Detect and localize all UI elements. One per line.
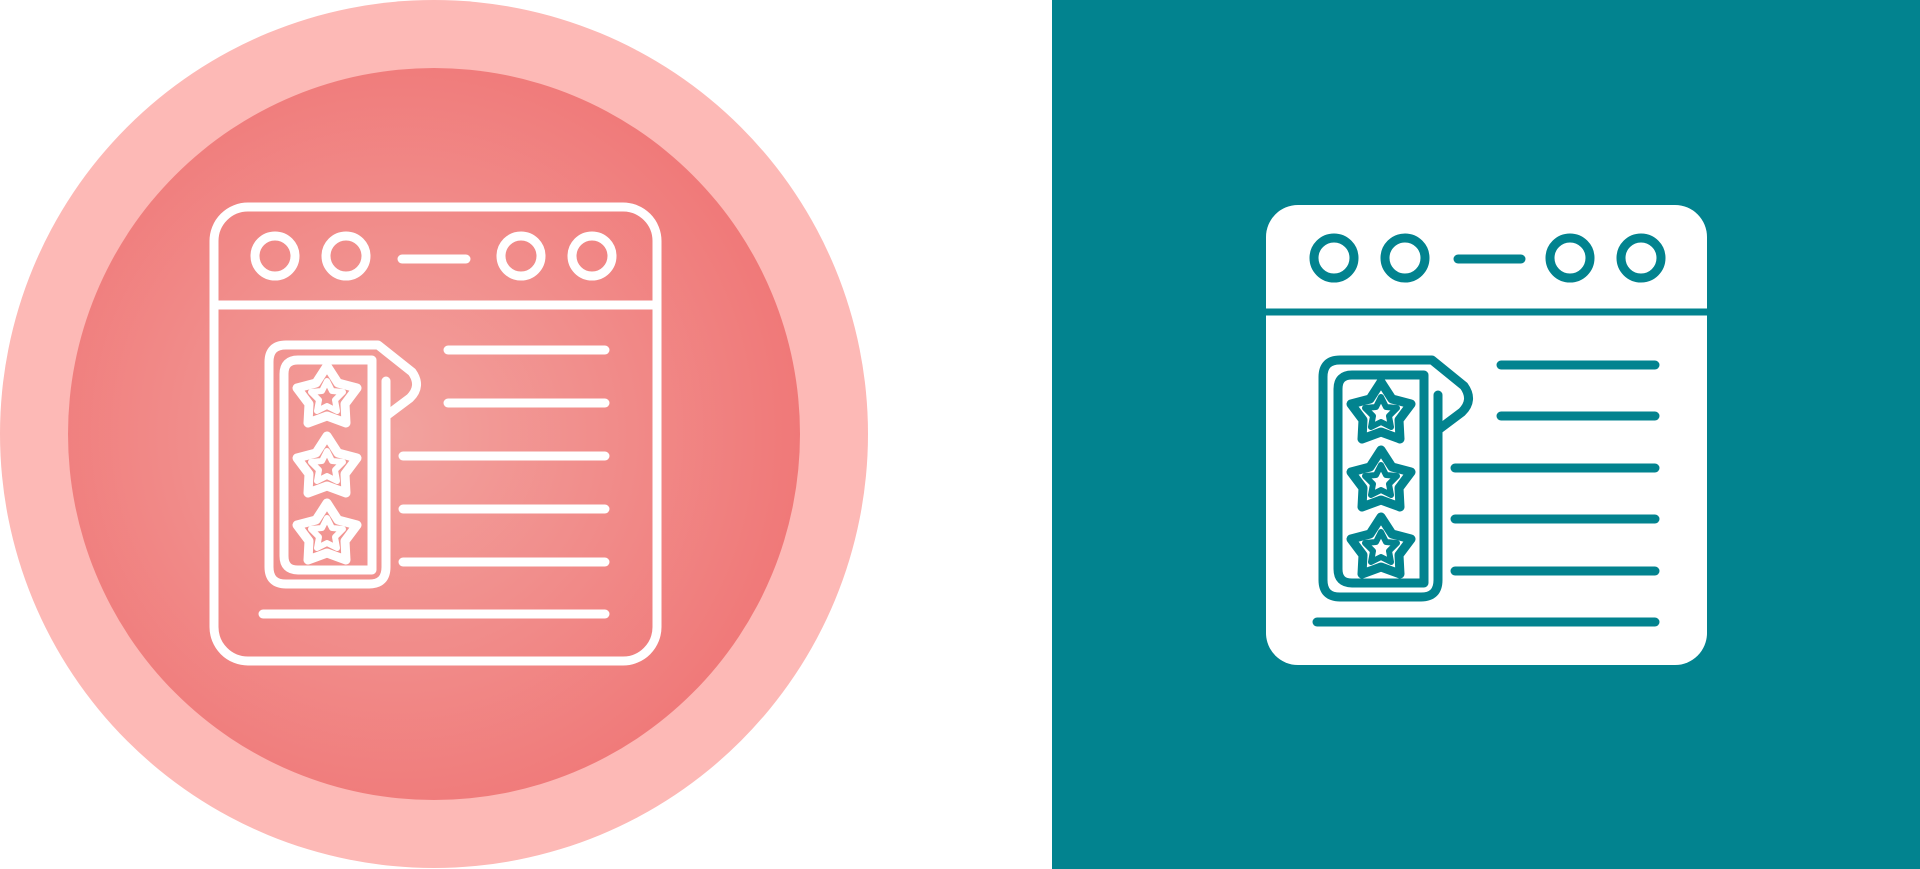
glyph-icon-artwork xyxy=(1052,0,1920,869)
outline-icon-artwork xyxy=(0,0,868,868)
outline-icon-panel xyxy=(0,0,1052,869)
icon-comparison-stage xyxy=(0,0,1920,869)
web-page-with-star-rating-icon xyxy=(1266,205,1707,665)
inner-gradient-circle xyxy=(68,68,800,800)
glyph-icon-panel xyxy=(1052,0,1920,869)
